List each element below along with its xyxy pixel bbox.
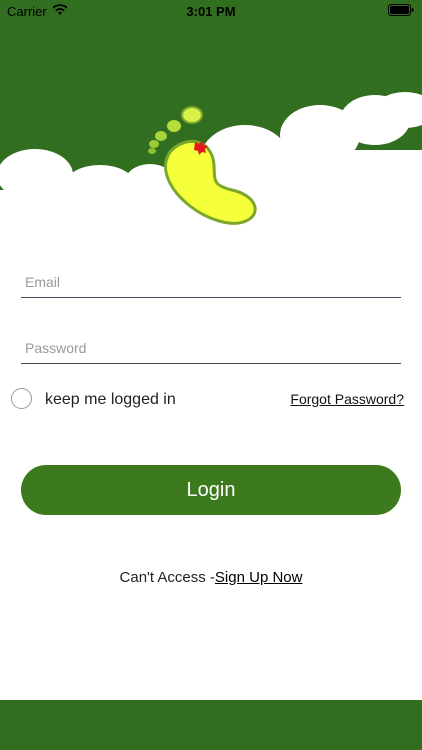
signup-prefix: Can't Access -	[119, 569, 215, 586]
login-button[interactable]: Login	[21, 465, 401, 515]
remember-checkbox[interactable]	[11, 388, 32, 409]
header-banner	[0, 0, 422, 240]
battery-icon	[388, 4, 414, 19]
header-background	[0, 0, 422, 240]
remember-label: keep me logged in	[45, 391, 176, 408]
password-field[interactable]	[21, 332, 401, 364]
email-field[interactable]	[21, 266, 401, 298]
clock: 3:01 PM	[186, 4, 236, 19]
footer-bar	[0, 700, 422, 750]
signup-line: Can't Access -Sign Up Now	[0, 569, 422, 586]
signup-link[interactable]: Sign Up Now	[215, 569, 303, 586]
forgot-password-link[interactable]: Forgot Password?	[290, 391, 404, 407]
status-bar: Carrier 3:01 PM	[0, 0, 422, 22]
